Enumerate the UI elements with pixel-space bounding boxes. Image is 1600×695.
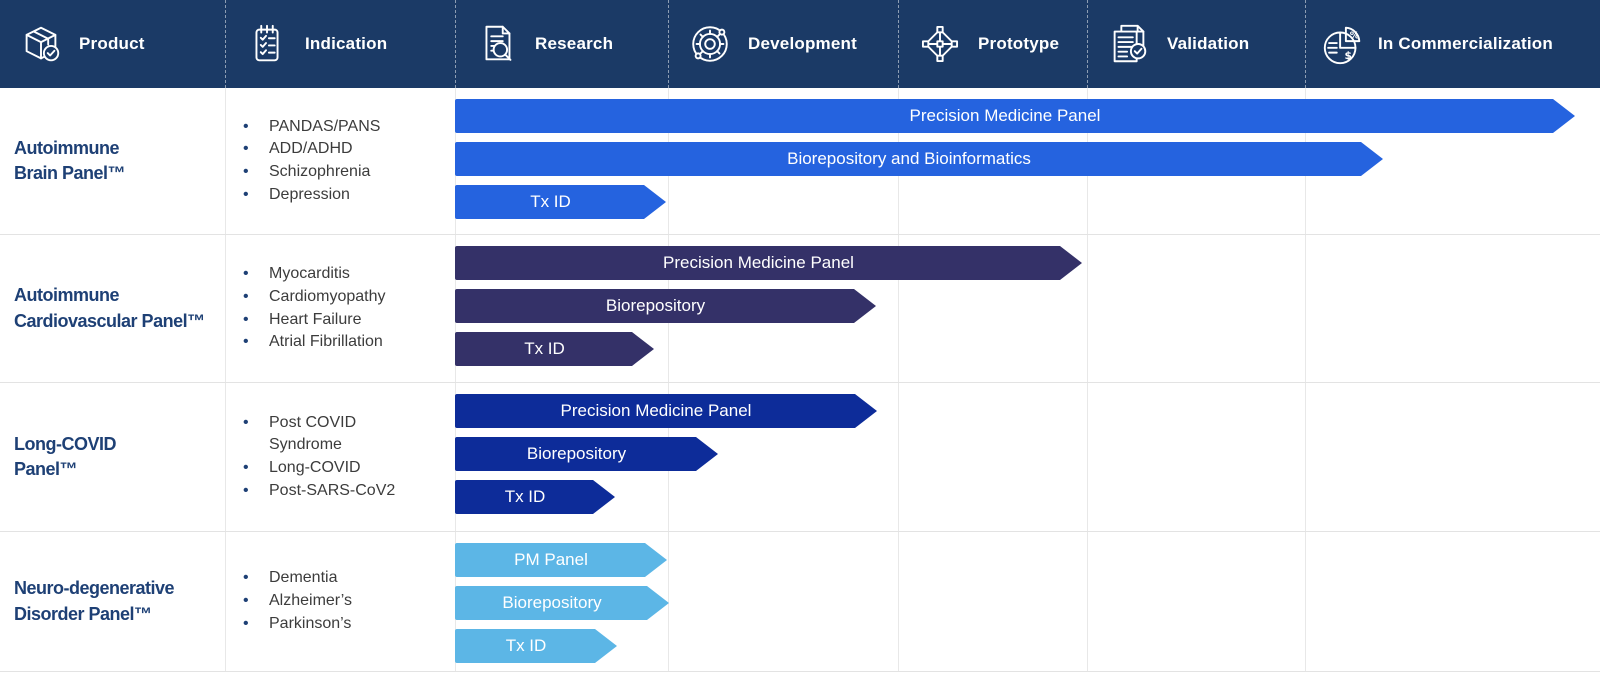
indication-list: Dementia Alzheimer’s Parkinson’s (225, 567, 352, 635)
indication-item: Dementia (225, 567, 352, 590)
indication-item: Post COVID Syndrome (225, 412, 395, 457)
pipeline-bar-precision-medicine-panel: Precision Medicine Panel (455, 246, 1082, 280)
bar-label: Precision Medicine Panel (663, 253, 854, 272)
pipeline-bar-biorepository: Biorepository (455, 289, 876, 323)
header-cell-commercialization: % $ In Commercialization (1305, 0, 1600, 88)
indication-cell: PANDAS/PANS ADD/ADHD Schizophrenia Depre… (225, 88, 455, 234)
bar-label: Tx ID (504, 487, 546, 506)
documents-check-icon (1106, 21, 1152, 67)
indication-list: Post COVID Syndrome Long-COVID Post-SARS… (225, 412, 395, 503)
indication-item: Cardiomyopathy (225, 286, 386, 309)
indication-item: Atrial Fibrillation (225, 331, 386, 354)
pipeline-bar-tx-id: Tx ID (455, 185, 666, 219)
header-label: Development (748, 34, 857, 53)
stage-bars-cell: Precision Medicine Panel Biorepository T… (455, 235, 1600, 382)
product-row-long-covid: Long-COVID Panel™ Post COVID Syndrome Lo… (0, 383, 1600, 532)
indication-cell: Myocarditis Cardiomyopathy Heart Failure… (225, 235, 455, 382)
product-name-cell: Autoimmune Cardiovascular Panel™ (0, 235, 225, 382)
indication-list: PANDAS/PANS ADD/ADHD Schizophrenia Depre… (225, 116, 380, 207)
product-name: Autoimmune Brain Panel™ (14, 137, 126, 183)
pipeline-bar-biorepository-bioinformatics: Biorepository and Bioinformatics (455, 142, 1383, 176)
bar-label: Precision Medicine Panel (909, 106, 1101, 125)
document-magnifier-icon (474, 21, 520, 67)
bar-label: Biorepository (502, 593, 602, 612)
pipeline-bar-biorepository: Biorepository (455, 586, 669, 620)
indication-item: Myocarditis (225, 263, 386, 286)
indication-list: Myocarditis Cardiomyopathy Heart Failure… (225, 263, 386, 354)
header-row: Product Indication Research Development … (0, 0, 1600, 88)
svg-text:$: $ (1344, 50, 1351, 62)
product-name-cell: Long-COVID Panel™ (0, 383, 225, 531)
header-cell-research: Research (455, 0, 668, 88)
pipeline-bar-tx-id: Tx ID (455, 480, 615, 514)
indication-item: Schizophrenia (225, 161, 380, 184)
bar-label: Tx ID (524, 339, 565, 358)
header-label: In Commercialization (1378, 34, 1553, 53)
header-label: Research (535, 34, 614, 53)
pipeline-bar-pm-panel: PM Panel (455, 543, 667, 577)
pipeline-bar-tx-id: Tx ID (455, 629, 617, 663)
product-name: Neuro-degenerative Disorder Panel™ (14, 578, 175, 624)
indication-item: Post-SARS-CoV2 (225, 480, 395, 503)
product-name-cell: Neuro-degenerative Disorder Panel™ (0, 532, 225, 671)
header-cell-development: Development (668, 0, 898, 88)
bar-label: PM Panel (514, 550, 588, 569)
pie-percent-dollar-icon: % $ (1320, 21, 1366, 67)
pipeline-bar-tx-id: Tx ID (455, 332, 654, 366)
bar-label: Biorepository (526, 444, 627, 463)
indication-item: Parkinson’s (225, 613, 352, 636)
svg-text:%: % (1350, 31, 1360, 42)
product-row-autoimmune-brain: Autoimmune Brain Panel™ PANDAS/PANS ADD/… (0, 88, 1600, 235)
header-cell-validation: Validation (1087, 0, 1305, 88)
bar-label: Precision Medicine Panel (560, 401, 752, 420)
header-cell-product: Product (0, 0, 225, 88)
indication-item: Heart Failure (225, 309, 386, 332)
clipboard-checklist-icon (244, 21, 290, 67)
bar-label: Biorepository (605, 296, 706, 315)
stage-bars-cell: Precision Medicine Panel Biorepository a… (455, 88, 1600, 234)
product-pipeline-chart: Product Indication Research Development … (0, 0, 1600, 695)
gear-icon (687, 21, 733, 67)
indication-cell: Dementia Alzheimer’s Parkinson’s (225, 532, 455, 671)
header-label: Prototype (978, 34, 1060, 53)
indication-item: PANDAS/PANS (225, 116, 380, 139)
bar-label: Tx ID (530, 192, 571, 211)
header-cell-prototype: Prototype (898, 0, 1087, 88)
indication-item: Depression (225, 184, 380, 207)
indication-item: Alzheimer’s (225, 590, 352, 613)
indication-cell: Post COVID Syndrome Long-COVID Post-SARS… (225, 383, 455, 531)
pipeline-bar-biorepository: Biorepository (455, 437, 718, 471)
product-name: Long-COVID Panel™ (14, 433, 116, 479)
indication-item: ADD/ADHD (225, 138, 380, 161)
bar-label: Tx ID (505, 636, 547, 655)
product-box-icon (18, 21, 64, 67)
stage-bars-cell: Precision Medicine Panel Biorepository T… (455, 383, 1600, 531)
bar-label: Biorepository and Bioinformatics (787, 149, 1031, 168)
product-row-autoimmune-cardiovascular: Autoimmune Cardiovascular Panel™ Myocard… (0, 235, 1600, 383)
diamond-network-icon (917, 21, 963, 67)
product-name: Autoimmune Cardiovascular Panel™ (14, 285, 205, 331)
header-label: Validation (1167, 34, 1250, 53)
pipeline-bar-precision-medicine-panel: Precision Medicine Panel (455, 99, 1575, 133)
product-name-cell: Autoimmune Brain Panel™ (0, 88, 225, 234)
product-row-neuro-degenerative: Neuro-degenerative Disorder Panel™ Demen… (0, 532, 1600, 672)
header-label: Product (79, 34, 145, 53)
header-cell-indication: Indication (225, 0, 455, 88)
indication-item: Long-COVID (225, 457, 395, 480)
header-label: Indication (305, 34, 388, 53)
pipeline-bar-precision-medicine-panel: Precision Medicine Panel (455, 394, 877, 428)
stage-bars-cell: PM Panel Biorepository Tx ID (455, 532, 1600, 671)
